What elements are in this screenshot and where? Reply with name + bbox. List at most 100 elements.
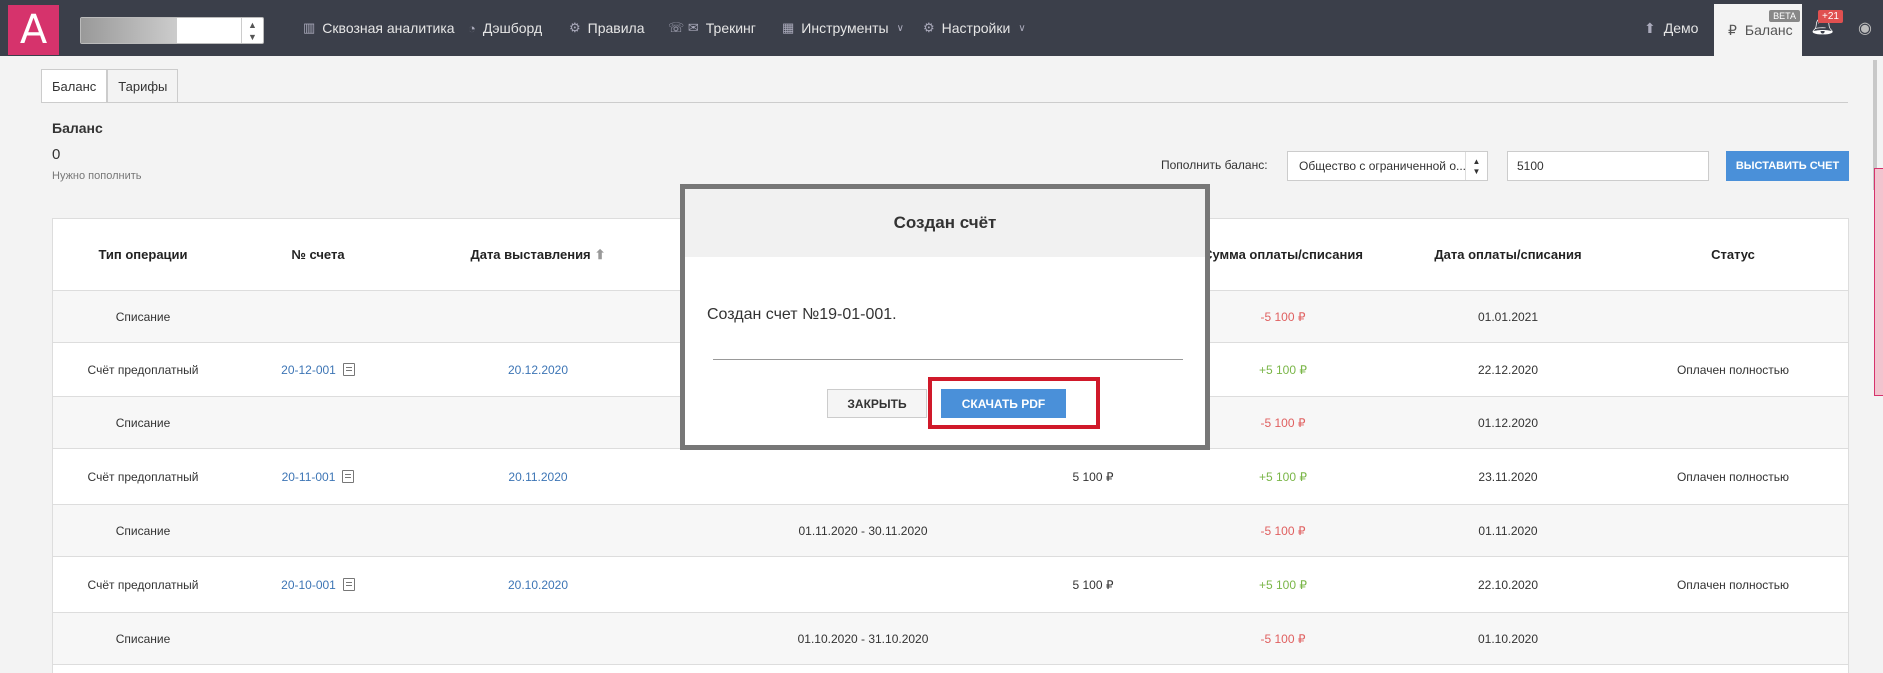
close-button[interactable]: ЗАКРЫТЬ [827, 389, 927, 418]
demo-label: Демо [1663, 20, 1699, 36]
chevron-down-icon: ∨ [1018, 22, 1026, 34]
modal-message: Создан счет №19-01-001. [707, 306, 897, 323]
topup-label: Пополнить баланс: [1161, 158, 1268, 172]
logo[interactable]: A [8, 5, 59, 55]
invoice-created-modal: Создан счёт Создан счет №19-01-001. ЗАКР… [680, 184, 1210, 450]
notification-count-badge: +21 [1818, 10, 1843, 23]
cell-num: 20-10-001 [233, 557, 403, 612]
cell-issued-text[interactable]: 20.11.2020 [508, 470, 567, 484]
cell-amount-text: -5 100 ₽ [1260, 631, 1306, 646]
nav-dashboard[interactable]: ◔ Дэшборд [468, 0, 542, 56]
balance-hint: Нужно пополнить [52, 170, 142, 182]
document-icon[interactable] [342, 470, 355, 483]
cell-type-text: Списание [115, 415, 171, 430]
issue-invoice-button[interactable]: ВЫСТАВИТЬ СЧЕТ [1726, 151, 1849, 181]
cell-sum: 5 100 ₽ [1013, 449, 1173, 504]
cell-status [1633, 505, 1833, 556]
cell-status-text: Оплачен полностью [1676, 362, 1790, 377]
cell-type-text: Списание [115, 523, 171, 538]
organization-select[interactable]: Общество с ограниченной о... ▲ ▼ [1287, 151, 1488, 181]
cell-date-text: 23.11.2020 [1478, 469, 1538, 484]
tab-balance[interactable]: Баланс [41, 69, 108, 103]
cell-num [233, 505, 403, 556]
gears-icon: ⚙ [569, 20, 581, 35]
cell-num-text[interactable]: 20-10-001 [281, 578, 336, 592]
select-arrows-icon: ▲ ▼ [1465, 152, 1487, 180]
project-name-redacted [81, 18, 177, 43]
document-icon[interactable] [342, 363, 355, 376]
cell-date: 22.12.2020 [1433, 343, 1583, 396]
nav-analytics[interactable]: ▥ Сквозная аналитика [303, 0, 455, 56]
cell-date-text: 22.12.2020 [1477, 362, 1539, 377]
balance-title: Баланс [52, 120, 103, 136]
demo-link[interactable]: ⬆ Демо [1644, 0, 1698, 56]
col-type-header: Тип операции [98, 247, 188, 262]
nav-label: Сквозная аналитика [322, 20, 455, 36]
cell-date: 01.10.2020 [1433, 613, 1583, 664]
cell-issued [413, 505, 663, 556]
arrow-up-icon: ⬆ [1644, 19, 1656, 36]
amount-input[interactable] [1507, 151, 1709, 181]
table-row: Счёт предоплатный 20-10-001 20.10.2020 5 10… [53, 557, 1848, 613]
nav-tools[interactable]: ▦ Инструменты ∨ [782, 0, 904, 56]
cell-type-text: Списание [115, 631, 171, 646]
cell-type: Списание [53, 291, 233, 342]
cell-status: Оплачен полностью [1633, 557, 1833, 612]
page-tabs: Баланс Тарифы [41, 69, 179, 103]
cell-period-text: 01.11.2020 - 30.11.2020 [798, 523, 928, 538]
cell-amount-text: -5 100 ₽ [1260, 523, 1306, 538]
grid-icon: ▦ [782, 20, 795, 35]
cell-date: 22.10.2020 [1433, 557, 1583, 612]
cell-date-text: 01.12.2020 [1477, 415, 1539, 430]
cell-issued [413, 613, 663, 664]
cell-date-text: 01.01.2021 [1477, 309, 1539, 324]
nav-label: Настройки [941, 20, 1011, 36]
tabs-divider [41, 102, 1848, 103]
cell-issued-text[interactable]: 20.10.2020 [508, 578, 568, 592]
side-widget-tab[interactable] [1874, 168, 1883, 396]
nav-label: Инструменты [801, 20, 889, 36]
balance-nav-tab[interactable]: ₽ Баланс BETA [1714, 4, 1802, 56]
table-row: Счёт предоплатный 20-11-001 20.11.2020 5 10… [53, 449, 1848, 505]
cell-status-text: Оплачен полностью [1676, 469, 1790, 484]
cell-status [1633, 397, 1833, 448]
project-select[interactable]: ▲ ▼ [80, 17, 264, 44]
cell-period: 01.10.2020 - 31.10.2020 [713, 613, 1013, 664]
user-icon[interactable]: ◉ [1858, 18, 1872, 38]
tab-tariffs[interactable]: Тарифы [107, 69, 179, 103]
col-amount-header: Сумма оплаты/списания [1203, 247, 1363, 262]
balance-nav-label: Баланс [1744, 22, 1793, 38]
gauge-icon: ◔ [468, 20, 476, 36]
nav-label: Трекинг [705, 20, 756, 36]
cell-amount: -5 100 ₽ [1203, 505, 1363, 556]
cell-type: Списание [53, 397, 233, 448]
cell-status [1633, 291, 1833, 342]
table-row: Списание 01.10.2020 - 31.10.2020 -5 100 ₽ 0… [53, 613, 1848, 665]
cell-type: Счёт предоплатный [53, 343, 233, 396]
chevron-down-icon: ∨ [896, 22, 904, 34]
nav-settings[interactable]: ⚙ Настройки ∨ [923, 0, 1026, 56]
cell-issued [413, 291, 663, 342]
cell-num-text[interactable]: 20-12-001 [281, 363, 336, 377]
cell-issued: 20.10.2020 [413, 557, 663, 612]
cell-num-text[interactable]: 20-11-001 [282, 470, 336, 484]
col-date-header: Дата оплаты/списания [1434, 247, 1582, 262]
cell-type-text: Счёт предоплатный [87, 362, 199, 377]
cell-amount: -5 100 ₽ [1203, 397, 1363, 448]
download-pdf-button[interactable]: СКАЧАТЬ PDF [941, 389, 1066, 418]
modal-title: Создан счёт [685, 189, 1205, 257]
ruble-icon: ₽ [1728, 21, 1737, 38]
cell-status-text: Оплачен полностью [1676, 577, 1790, 592]
nav-tracking[interactable]: ☏ ✉ Трекинг [668, 0, 756, 56]
nav-rules[interactable]: ⚙ Правила [569, 0, 645, 56]
document-icon[interactable] [342, 578, 355, 591]
cell-type-text: Счёт предоплатный [87, 577, 199, 592]
cell-date: 01.01.2021 [1433, 291, 1583, 342]
cell-amount: -5 100 ₽ [1203, 291, 1363, 342]
col-issued-header[interactable]: Дата выставления ⬆ [413, 219, 663, 291]
cell-sum [1013, 505, 1173, 556]
col-status-header: Статус [1711, 247, 1755, 262]
cell-amount: +5 100 ₽ [1203, 343, 1363, 396]
cell-type: Списание [53, 613, 233, 664]
cell-issued-text[interactable]: 20.12.2020 [508, 363, 568, 377]
